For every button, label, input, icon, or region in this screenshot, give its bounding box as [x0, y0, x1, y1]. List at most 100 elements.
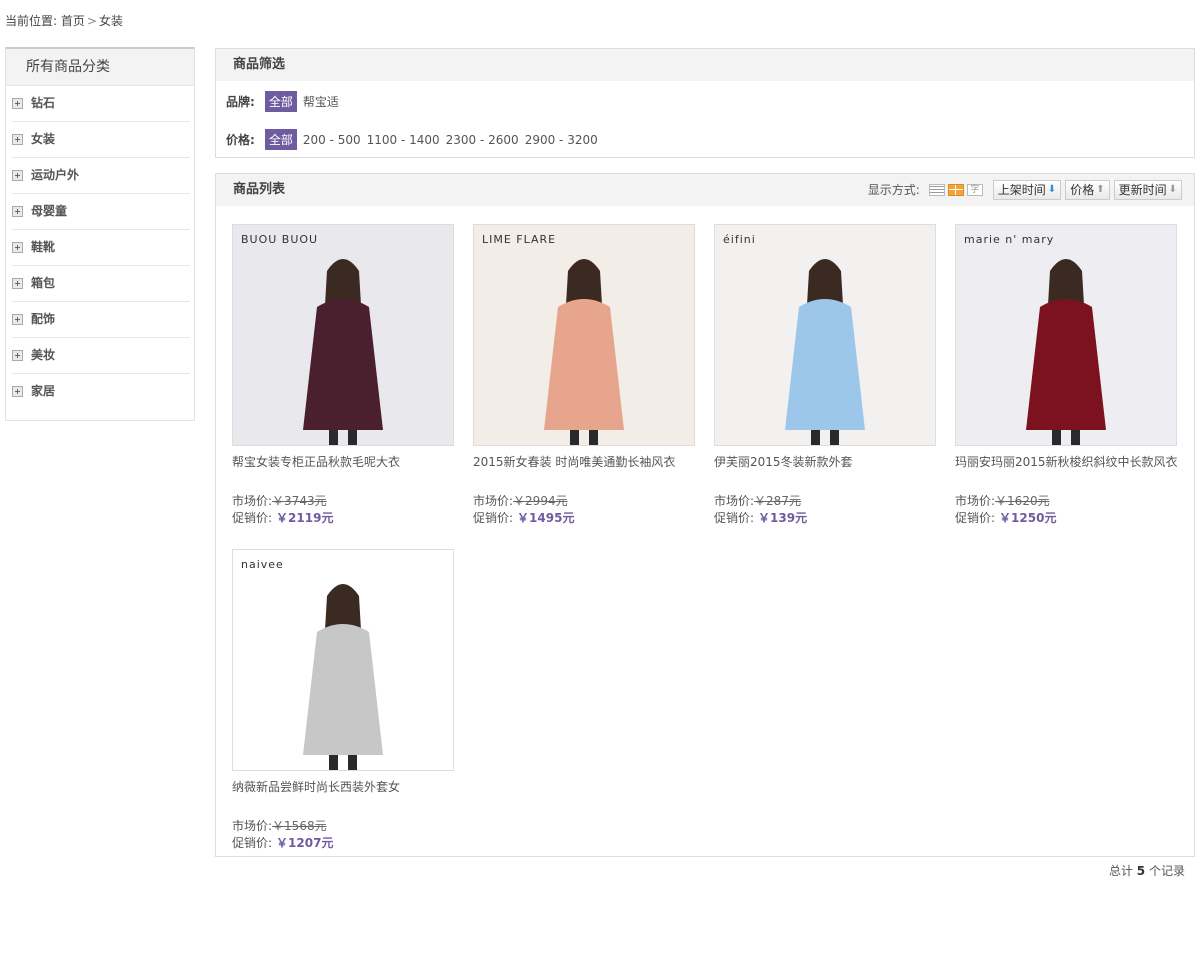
display-mode-label: 显示方式: — [867, 183, 920, 197]
market-price-value: ￥3743元 — [272, 494, 327, 508]
category-item[interactable]: 钻石 — [12, 86, 190, 122]
price-option[interactable]: 1100 - 1400 — [367, 133, 440, 147]
brand-logo: marie n' mary — [964, 233, 1055, 246]
product-card: éifini 伊芙丽2015冬装新款外套 市场价:￥287元 促销价: ￥139元 — [714, 224, 938, 526]
price-option[interactable]: 200 - 500 — [303, 133, 361, 147]
total-count: 5 — [1136, 864, 1146, 878]
product-image[interactable]: LIME FLARE — [473, 224, 695, 446]
product-name-link[interactable]: 纳薇新品尝鲜时尚长西装外套女 — [232, 778, 456, 795]
promo-price-row: 促销价: ￥2119元 — [232, 509, 456, 526]
sort-by-time-button[interactable]: 上架时间 ⬇ — [992, 180, 1062, 200]
expand-plus-icon[interactable] — [12, 278, 23, 289]
arrow-down-icon: ⬇ — [1047, 184, 1057, 195]
sort-by-price-label: 价格 — [1070, 183, 1095, 197]
price-option[interactable]: 2300 - 2600 — [446, 133, 519, 147]
model-figure — [544, 259, 624, 445]
expand-plus-icon[interactable] — [12, 314, 23, 325]
product-image[interactable]: naivee — [232, 549, 454, 771]
category-label: 鞋靴 — [31, 240, 56, 254]
promo-price-row: 促销价: ￥1495元 — [473, 509, 697, 526]
total-records: 总计 5 个记录 — [1109, 862, 1185, 879]
price-option[interactable]: 2900 - 3200 — [525, 133, 598, 147]
arrow-down-icon: ⬇ — [1168, 184, 1177, 195]
model-figure — [303, 259, 383, 445]
breadcrumb-home-link[interactable]: 首页 — [61, 14, 85, 28]
market-price-value: ￥2994元 — [513, 494, 568, 508]
category-label: 母婴童 — [31, 204, 68, 218]
list-view-icon[interactable] — [928, 184, 945, 196]
product-card: naivee 纳薇新品尝鲜时尚长西装外套女 市场价:￥1568元 促销价: ￥1207元 — [232, 549, 456, 851]
expand-plus-icon[interactable] — [12, 206, 23, 217]
product-name-link[interactable]: 玛丽安玛丽2015新秋梭织斜纹中长款风衣 — [955, 453, 1179, 470]
product-image[interactable]: éifini — [714, 224, 936, 446]
model-figure — [785, 259, 865, 445]
product-card: marie n' mary 玛丽安玛丽2015新秋梭织斜纹中长款风衣 市场价:￥16… — [955, 224, 1179, 526]
filter-panel: 商品筛选 品牌: 全部 帮宝适 价格: 全部 200 - 500 1100 - … — [215, 48, 1195, 158]
category-item[interactable]: 配饰 — [12, 302, 190, 338]
category-label: 美妆 — [31, 348, 56, 362]
market-price-value: ￥1568元 — [272, 819, 327, 833]
product-image[interactable]: marie n' mary — [955, 224, 1177, 446]
market-price-value: ￥1620元 — [995, 494, 1050, 508]
promo-price-value: ￥1250元 — [999, 511, 1057, 525]
market-price-row: 市场价:￥1568元 — [232, 817, 456, 834]
category-label: 配饰 — [31, 312, 56, 326]
promo-price-label: 促销价: — [232, 511, 273, 525]
market-price-label: 市场价: — [955, 494, 996, 508]
promo-price-value: ￥1495元 — [517, 511, 575, 525]
expand-plus-icon[interactable] — [12, 386, 23, 397]
price-filter-label: 价格: — [226, 133, 255, 147]
market-price-row: 市场价:￥287元 — [714, 492, 938, 509]
expand-plus-icon[interactable] — [12, 242, 23, 253]
category-label: 钻石 — [31, 96, 56, 110]
category-item[interactable]: 美妆 — [12, 338, 190, 374]
promo-price-label: 促销价: — [714, 511, 755, 525]
category-label: 箱包 — [31, 276, 56, 290]
market-price-label: 市场价: — [473, 494, 514, 508]
filter-title: 商品筛选 — [216, 49, 1194, 81]
price-all-option[interactable]: 全部 — [264, 129, 297, 150]
category-item[interactable]: 母婴童 — [12, 194, 190, 230]
price-filter-row: 价格: 全部 200 - 500 1100 - 1400 2300 - 2600… — [226, 129, 604, 150]
brand-option[interactable]: 帮宝适 — [303, 93, 339, 110]
product-card: BUOU BUOU 帮宝女装专柜正品秋款毛呢大衣 市场价:￥3743元 促销价: ￥21… — [232, 224, 456, 526]
market-price-row: 市场价:￥1620元 — [955, 492, 1179, 509]
expand-plus-icon[interactable] — [12, 170, 23, 181]
market-price-label: 市场价: — [232, 819, 273, 833]
promo-price-label: 促销价: — [473, 511, 514, 525]
market-price-value: ￥287元 — [754, 494, 801, 508]
expand-plus-icon[interactable] — [12, 134, 23, 145]
category-item[interactable]: 运动户外 — [12, 158, 190, 194]
market-price-label: 市场价: — [232, 494, 273, 508]
promo-price-row: 促销价: ￥1250元 — [955, 509, 1179, 526]
sort-by-price-button[interactable]: 价格 ⬆ — [1065, 180, 1110, 200]
grid-view-icon[interactable] — [947, 184, 964, 196]
product-name-link[interactable]: 帮宝女装专柜正品秋款毛呢大衣 — [232, 453, 456, 470]
product-name-link[interactable]: 伊芙丽2015冬装新款外套 — [714, 453, 938, 470]
category-label: 女装 — [31, 132, 56, 146]
product-card: LIME FLARE 2015新女春装 时尚唯美通勤长袖风衣 市场价:￥2994元促… — [473, 224, 697, 526]
category-label: 运动户外 — [31, 168, 80, 182]
market-price-row: 市场价:￥2994元 — [473, 492, 697, 509]
total-suffix: 个记录 — [1148, 864, 1185, 878]
brand-all-option[interactable]: 全部 — [264, 91, 297, 112]
product-list-title: 商品列表 — [233, 182, 286, 197]
breadcrumb: 当前位置: 首页 > 女装 — [5, 12, 123, 29]
category-item[interactable]: 女装 — [12, 122, 190, 158]
promo-price-label: 促销价: — [955, 511, 996, 525]
market-price-row: 市场价:￥3743元 — [232, 492, 456, 509]
category-list: 钻石女装运动户外母婴童鞋靴箱包配饰美妆家居 — [6, 86, 194, 409]
expand-plus-icon[interactable] — [12, 98, 23, 109]
text-view-icon[interactable]: 字 — [966, 184, 983, 196]
sort-by-update-button[interactable]: 更新时间 ⬇ — [1113, 180, 1182, 200]
expand-plus-icon[interactable] — [12, 350, 23, 361]
product-list-header: 商品列表 显示方式: 字 上架时间 ⬇ 价格 ⬆ 更新时间 ⬇ — [216, 174, 1194, 206]
category-label: 家居 — [31, 384, 56, 398]
product-image[interactable]: BUOU BUOU — [232, 224, 454, 446]
category-item[interactable]: 鞋靴 — [12, 230, 190, 266]
product-name-link[interactable]: 2015新女春装 时尚唯美通勤长袖风衣 — [473, 453, 697, 470]
sidebar-title: 所有商品分类 — [6, 49, 194, 86]
category-item[interactable]: 箱包 — [12, 266, 190, 302]
category-item[interactable]: 家居 — [12, 374, 190, 409]
category-sidebar: 所有商品分类 钻石女装运动户外母婴童鞋靴箱包配饰美妆家居 — [5, 47, 195, 421]
